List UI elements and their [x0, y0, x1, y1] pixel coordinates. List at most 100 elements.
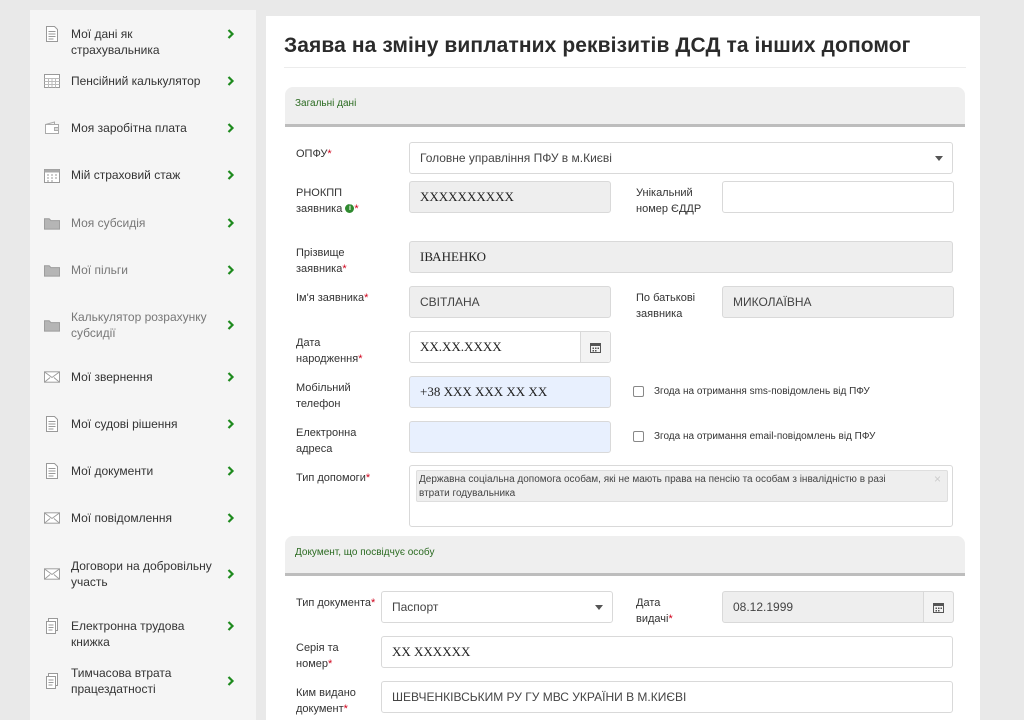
edrr-label: Унікальний номер ЄДДР [636, 187, 702, 215]
opfu-select[interactable]: Головне управління ПФУ в м.Києві [409, 142, 953, 174]
document-icon [44, 416, 60, 432]
chevron-right-icon [226, 675, 236, 687]
series-input[interactable]: XX XXXXXX [381, 636, 953, 668]
page-title: Заява на зміну виплатних реквізитів ДСД … [284, 34, 911, 57]
rnokpp-input[interactable]: XXXXXXXXXX [409, 181, 611, 213]
sidebar-item-label: Пенсійний калькулятор [71, 74, 201, 88]
issued-by-label: Ким видано документ* [296, 687, 356, 715]
rnokpp-label: РНОКПП заявника i * [296, 187, 359, 215]
firstname-value: СВІТЛАНА [420, 295, 480, 309]
sidebar-item-11[interactable]: Мої повідомлення [30, 510, 256, 526]
email-consent-label: Згода на отримання email-повідомлень від… [654, 431, 876, 442]
patronymic-value: МИКОЛАЇВНА [733, 295, 812, 309]
sms-consent-checkbox[interactable]: Згода на отримання sms-повідомлень від П… [633, 386, 870, 397]
edrr-input[interactable] [722, 181, 954, 213]
sidebar-item-5[interactable]: Моя субсидія [30, 215, 256, 231]
calculator-icon [44, 73, 60, 89]
sidebar-item-2[interactable]: Пенсійний калькулятор [30, 73, 256, 89]
doc-type-value: Паспорт [392, 600, 439, 614]
chevron-right-icon [226, 264, 236, 276]
section-general[interactable]: Загальні дані [285, 87, 965, 127]
wallet-icon [44, 120, 60, 136]
firstname-label: Ім'я заявника* [296, 292, 369, 304]
email-consent-box[interactable] [633, 431, 644, 442]
email-consent-checkbox[interactable]: Згода на отримання email-повідомлень від… [633, 431, 875, 442]
sidebar-item-4[interactable]: Мій страховий стаж [30, 167, 256, 183]
surname-value: ІВАНЕНКО [420, 249, 487, 264]
sidebar-item-label: Мої пільги [71, 263, 128, 277]
sidebar-item-6[interactable]: Мої пільги [30, 262, 256, 278]
document-icon [44, 26, 60, 42]
sidebar-item-12[interactable]: Договори на добровільну участь [30, 558, 256, 590]
sidebar: Мої дані як страхувальника Пенсійний каль… [30, 10, 256, 720]
patronymic-label: По батькові заявника [636, 292, 696, 320]
sidebar-item-label: Мій страховий стаж [71, 168, 181, 182]
sidebar-item-14[interactable]: Тимчасова втрата працездатності [30, 665, 256, 697]
issued-by-input[interactable]: ШЕВЧЕНКІВСЬКИМ РУ ГУ МВС УКРАЇНИ В М.КИЄ… [381, 681, 953, 713]
chevron-right-icon [226, 122, 236, 134]
sms-consent-box[interactable] [633, 386, 644, 397]
sms-consent-label: Згода на отримання sms-повідомлень від П… [654, 386, 870, 397]
phone-input[interactable]: +38 XXX XXX XX XX [409, 376, 611, 408]
sidebar-item-9[interactable]: Мої судові рішення [30, 416, 256, 432]
chevron-right-icon [226, 512, 236, 524]
chevron-right-icon [226, 568, 236, 580]
phone-label: Мобільний телефон [296, 382, 351, 410]
rnokpp-value: XXXXXXXXXX [420, 189, 514, 204]
folder-icon [44, 317, 60, 333]
chevron-right-icon [226, 217, 236, 229]
calendar-icon[interactable] [580, 332, 610, 362]
sidebar-item-label: Мої документи [71, 464, 154, 478]
firstname-input[interactable]: СВІТЛАНА [409, 286, 611, 318]
series-value: XX XXXXXX [392, 644, 471, 659]
patronymic-input[interactable]: МИКОЛАЇВНА [722, 286, 954, 318]
sidebar-item-label: Мої судові рішення [71, 417, 178, 431]
surname-input[interactable]: ІВАНЕНКО [409, 241, 953, 273]
issue-date-label: Дата видачі* [636, 597, 673, 625]
sidebar-item-8[interactable]: Мої звернення [30, 369, 256, 385]
remove-tag-icon[interactable]: × [934, 472, 941, 486]
issue-date-input[interactable]: 08.12.1999 [722, 591, 954, 623]
calendar-icon[interactable] [923, 592, 953, 622]
email-input[interactable] [409, 421, 611, 453]
sidebar-item-label: Договори на добровільну участь [71, 559, 212, 589]
issue-date-value: 08.12.1999 [733, 600, 794, 614]
birthdate-input[interactable]: XX.XX.XXXX [409, 331, 611, 363]
aid-type-value: Державна соціальна допомога особам, які … [419, 474, 886, 499]
chevron-down-icon [595, 605, 603, 610]
section-general-title: Загальні дані [295, 98, 357, 109]
envelope-icon [44, 566, 60, 582]
main-panel: Заява на зміну виплатних реквізитів ДСД … [266, 16, 980, 720]
folder-icon [44, 215, 60, 231]
chevron-right-icon [226, 169, 236, 181]
aid-type-label: Тип допомоги* [296, 472, 371, 484]
section-identity[interactable]: Документ, що посвідчує особу [285, 536, 965, 576]
sidebar-item-label: Калькулятор розрахунку субсидії [71, 310, 207, 340]
sidebar-item-13[interactable]: Електронна трудова книжка [30, 618, 256, 649]
phone-value: +38 XXX XXX XX XX [420, 384, 548, 399]
sidebar-item-7[interactable]: Калькулятор розрахунку субсидії [30, 309, 256, 341]
sidebar-item-label: Моя заробітна плата [71, 121, 187, 135]
sidebar-item-label: Мої дані як страхувальника [71, 27, 160, 57]
sidebar-item-10[interactable]: Мої документи [30, 463, 256, 479]
birthdate-value: XX.XX.XXXX [420, 339, 502, 354]
sidebar-item-label: Електронна трудова книжка [71, 619, 185, 649]
title-divider [284, 67, 966, 68]
sidebar-item-label: Тимчасова втрата працездатності [71, 666, 172, 696]
sidebar-item-1[interactable]: Мої дані як страхувальника [30, 26, 256, 57]
issued-by-value: ШЕВЧЕНКІВСЬКИМ РУ ГУ МВС УКРАЇНИ В М.КИЄ… [392, 690, 687, 704]
sidebar-item-label: Мої звернення [71, 370, 153, 384]
doc-type-select[interactable]: Паспорт [381, 591, 613, 623]
chevron-right-icon [226, 28, 236, 40]
folder-icon [44, 262, 60, 278]
section-identity-title: Документ, що посвідчує особу [295, 547, 435, 558]
birthdate-label: Дата народження* [296, 337, 363, 365]
document-icon [44, 463, 60, 479]
opfu-value: Головне управління ПФУ в м.Києві [420, 151, 612, 165]
aid-type-select[interactable]: Державна соціальна допомога особам, які … [409, 465, 953, 527]
email-label: Електронна адреса [296, 427, 357, 455]
surname-label: Прізвище заявника* [296, 247, 347, 275]
envelope-icon [44, 369, 60, 385]
sidebar-item-3[interactable]: Моя заробітна плата [30, 120, 256, 136]
chevron-right-icon [226, 75, 236, 87]
